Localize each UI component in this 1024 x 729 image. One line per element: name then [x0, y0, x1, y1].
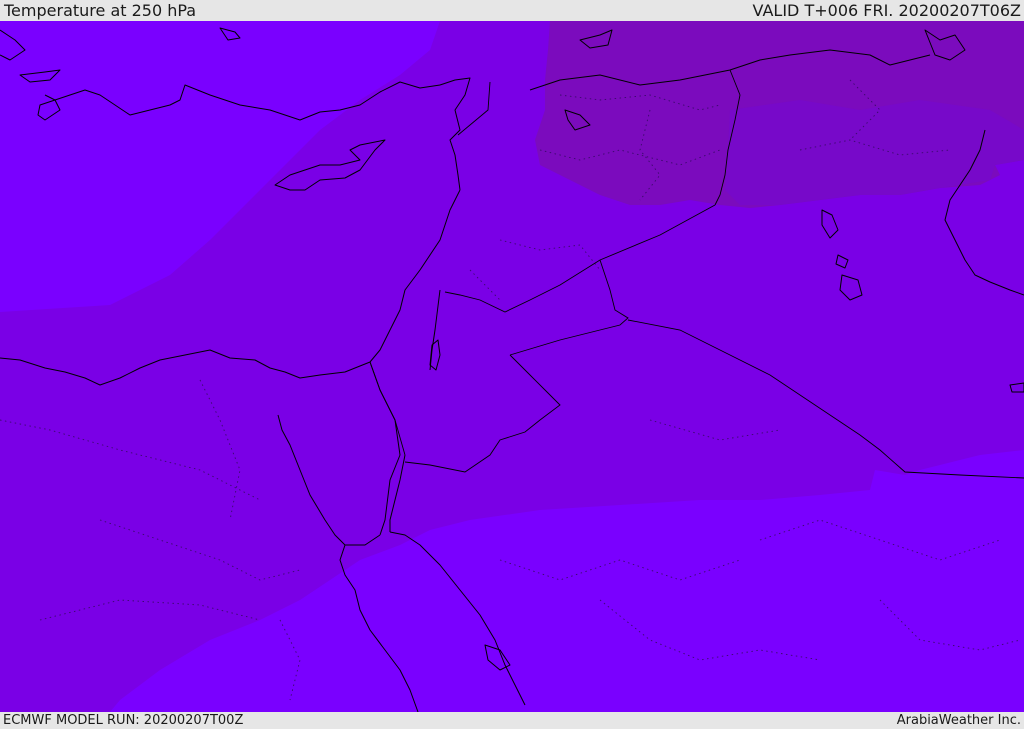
header-bar: Temperature at 250 hPa VALID T+006 FRI. …	[0, 0, 1024, 21]
map-title: Temperature at 250 hPa	[4, 1, 197, 20]
weather-map[interactable]	[0, 21, 1024, 712]
footer-bar: ECMWF MODEL RUN: 20200207T00Z ArabiaWeat…	[0, 712, 1024, 729]
brand-label: ArabiaWeather Inc.	[896, 713, 1021, 728]
map-canvas	[0, 21, 1024, 712]
valid-time: VALID T+006 FRI. 20200207T06Z	[752, 1, 1021, 20]
model-run-label: ECMWF MODEL RUN: 20200207T00Z	[3, 713, 244, 728]
